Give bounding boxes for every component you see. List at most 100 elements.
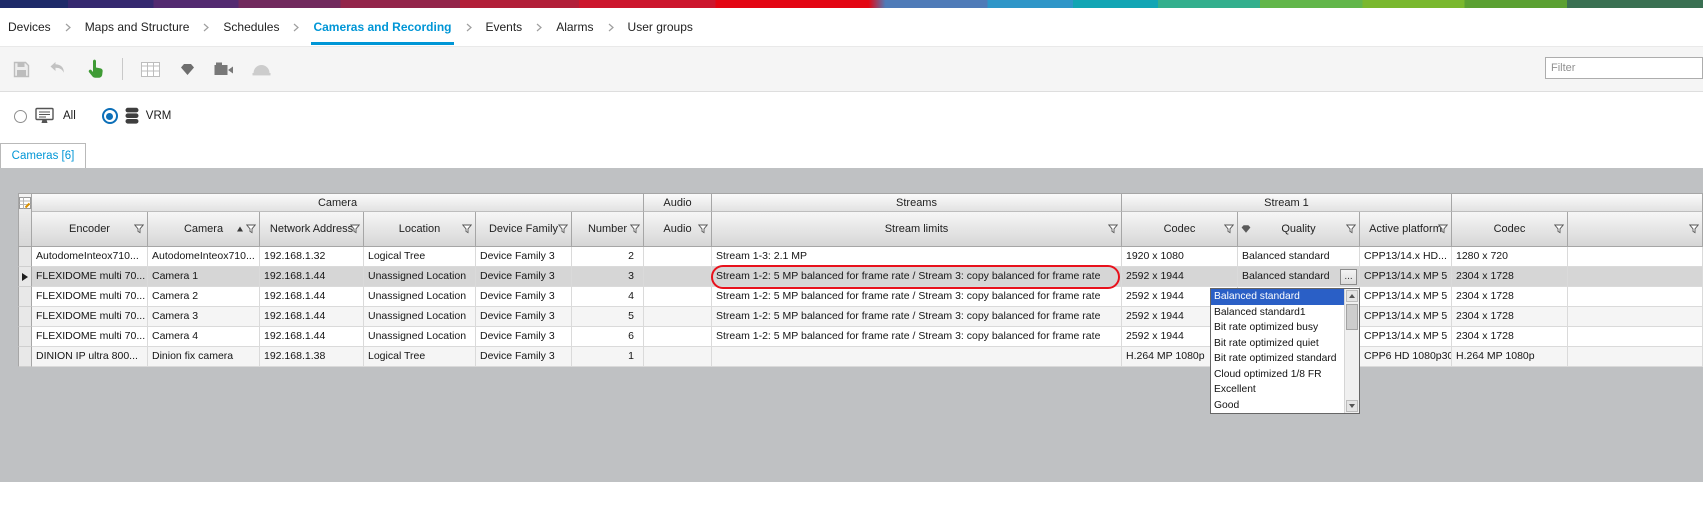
- nav-item-cameras-and-recording[interactable]: Cameras and Recording: [313, 8, 451, 46]
- cell-audio[interactable]: [644, 247, 712, 267]
- filter-funnel-icon[interactable]: [350, 224, 360, 234]
- cell-codec[interactable]: 1920 x 1080: [1122, 247, 1238, 267]
- cell-network-address[interactable]: 192.168.1.44: [260, 327, 364, 347]
- filter-funnel-icon[interactable]: [1438, 224, 1448, 234]
- cell-codec[interactable]: 2304 x 1728: [1452, 267, 1568, 287]
- cell-device-family[interactable]: Device Family 3: [476, 327, 572, 347]
- cell-audio[interactable]: [644, 307, 712, 327]
- column-header-number[interactable]: Number: [572, 212, 644, 247]
- cell-number[interactable]: 5: [572, 307, 644, 327]
- row-selector[interactable]: [18, 287, 32, 307]
- cell-encoder[interactable]: AutodomeInteox710...: [32, 247, 148, 267]
- row-selector[interactable]: [18, 347, 32, 367]
- table-row[interactable]: DINION IP ultra 800...Dinion fix camera1…: [18, 347, 1703, 367]
- cell-quality-combo[interactable]: Balanced standard...: [1238, 267, 1360, 287]
- row-selector[interactable]: [18, 327, 32, 347]
- filter-funnel-icon[interactable]: [1108, 224, 1118, 234]
- cell-number[interactable]: 2: [572, 247, 644, 267]
- cell-network-address[interactable]: 192.168.1.44: [260, 287, 364, 307]
- filter-funnel-icon[interactable]: [1346, 224, 1356, 234]
- cell-audio[interactable]: [644, 267, 712, 287]
- filter-funnel-icon[interactable]: [630, 224, 640, 234]
- filter-funnel-icon[interactable]: [1554, 224, 1564, 234]
- cell-device-family[interactable]: Device Family 3: [476, 287, 572, 307]
- cell-active-platform[interactable]: CPP13/14.x MP 5: [1360, 307, 1452, 327]
- cell-extra[interactable]: [1568, 267, 1703, 287]
- scrollbar-thumb[interactable]: [1346, 304, 1358, 330]
- cell-number[interactable]: 6: [572, 327, 644, 347]
- dropdown-option[interactable]: Bit rate optimized quiet: [1211, 336, 1344, 352]
- dropdown-option[interactable]: Bit rate optimized standard: [1211, 351, 1344, 367]
- hand-pen-button[interactable]: [80, 54, 110, 84]
- cell-extra[interactable]: [1568, 307, 1703, 327]
- column-header-stream-limits[interactable]: Stream limits: [712, 212, 1122, 247]
- filter-funnel-icon[interactable]: [462, 224, 472, 234]
- row-selector[interactable]: [18, 307, 32, 327]
- cell-location[interactable]: Unassigned Location: [364, 287, 476, 307]
- scroll-down-icon[interactable]: [1346, 400, 1358, 412]
- cell-stream-limits[interactable]: Stream 1-2: 5 MP balanced for frame rate…: [712, 287, 1122, 307]
- cell-audio[interactable]: [644, 287, 712, 307]
- cell-codec[interactable]: H.264 MP 1080p: [1452, 347, 1568, 367]
- cell-device-family[interactable]: Device Family 3: [476, 307, 572, 327]
- cell-stream-limits[interactable]: Stream 1-2: 5 MP balanced for frame rate…: [712, 327, 1122, 347]
- column-header-quality[interactable]: Quality: [1238, 212, 1360, 247]
- nav-item-alarms[interactable]: Alarms: [556, 8, 593, 46]
- table-row[interactable]: FLEXIDOME multi 70...Camera 2192.168.1.4…: [18, 287, 1703, 307]
- cell-quality[interactable]: Balanced standard: [1238, 247, 1360, 267]
- column-header-camera[interactable]: Camera: [148, 212, 260, 247]
- cell-camera[interactable]: Camera 1: [148, 267, 260, 287]
- cell-device-family[interactable]: Device Family 3: [476, 347, 572, 367]
- column-header-encoder[interactable]: Encoder: [32, 212, 148, 247]
- row-selector[interactable]: [18, 247, 32, 267]
- cell-location[interactable]: Logical Tree: [364, 347, 476, 367]
- cell-stream-limits[interactable]: Stream 1-3: 2.1 MP: [712, 247, 1122, 267]
- column-header-location[interactable]: Location: [364, 212, 476, 247]
- cell-network-address[interactable]: 192.168.1.44: [260, 307, 364, 327]
- cell-active-platform[interactable]: CPP13/14.x MP 5: [1360, 287, 1452, 307]
- column-header-extra[interactable]: [1568, 212, 1703, 247]
- radio-checked-icon[interactable]: [102, 108, 118, 124]
- cell-encoder[interactable]: FLEXIDOME multi 70...: [32, 307, 148, 327]
- row-selector[interactable]: [18, 267, 32, 287]
- cell-number[interactable]: 1: [572, 347, 644, 367]
- select-all-corner[interactable]: [18, 193, 32, 247]
- cell-location[interactable]: Logical Tree: [364, 247, 476, 267]
- cell-extra[interactable]: [1568, 327, 1703, 347]
- cell-codec[interactable]: 2592 x 1944: [1122, 267, 1238, 287]
- cell-network-address[interactable]: 192.168.1.44: [260, 267, 364, 287]
- cell-device-family[interactable]: Device Family 3: [476, 267, 572, 287]
- cell-encoder[interactable]: FLEXIDOME multi 70...: [32, 267, 148, 287]
- cell-codec[interactable]: 2304 x 1728: [1452, 307, 1568, 327]
- nav-item-devices[interactable]: Devices: [8, 8, 51, 46]
- filter-funnel-icon[interactable]: [246, 224, 256, 234]
- device-table-button[interactable]: [135, 54, 165, 84]
- cell-camera[interactable]: Camera 3: [148, 307, 260, 327]
- cell-encoder[interactable]: FLEXIDOME multi 70...: [32, 327, 148, 347]
- filter-funnel-icon[interactable]: [1224, 224, 1234, 234]
- dropdown-option[interactable]: Cloud optimized 1/8 FR: [1211, 367, 1344, 383]
- diamond-button[interactable]: [172, 54, 202, 84]
- filter-funnel-icon[interactable]: [1689, 224, 1699, 234]
- cell-camera[interactable]: AutodomeInteox710...: [148, 247, 260, 267]
- cell-active-platform[interactable]: CPP13/14.x MP 5: [1360, 267, 1452, 287]
- quality-dropdown-open-button[interactable]: ...: [1340, 269, 1357, 285]
- cell-network-address[interactable]: 192.168.1.38: [260, 347, 364, 367]
- cell-active-platform[interactable]: CPP13/14.x MP 5: [1360, 327, 1452, 347]
- cell-number[interactable]: 4: [572, 287, 644, 307]
- cell-codec[interactable]: 2304 x 1728: [1452, 287, 1568, 307]
- cell-active-platform[interactable]: CPP6 HD 1080p30: [1360, 347, 1452, 367]
- cell-camera[interactable]: Camera 2: [148, 287, 260, 307]
- save-button[interactable]: [6, 54, 36, 84]
- cell-camera[interactable]: Camera 4: [148, 327, 260, 347]
- cell-number[interactable]: 3: [572, 267, 644, 287]
- radio-option-vrm[interactable]: VRM: [102, 107, 172, 125]
- cell-location[interactable]: Unassigned Location: [364, 267, 476, 287]
- nav-item-schedules[interactable]: Schedules: [223, 8, 279, 46]
- cell-location[interactable]: Unassigned Location: [364, 327, 476, 347]
- cell-stream-limits[interactable]: Stream 1-2: 5 MP balanced for frame rate…: [712, 267, 1122, 287]
- radio-option-all[interactable]: All: [14, 107, 76, 125]
- dome-camera-button[interactable]: [246, 54, 276, 84]
- filter-funnel-icon[interactable]: [698, 224, 708, 234]
- dropdown-option[interactable]: Bit rate optimized busy: [1211, 320, 1344, 336]
